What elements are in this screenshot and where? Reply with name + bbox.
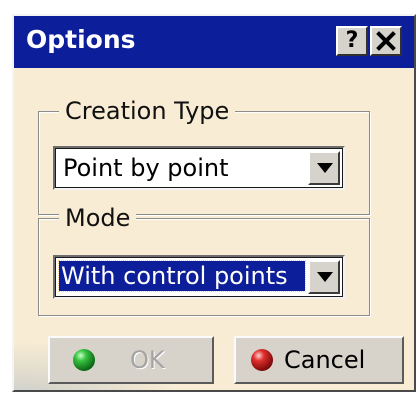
cancel-button[interactable]: Cancel — [234, 336, 404, 384]
red-ball-icon — [251, 349, 273, 371]
title-bar[interactable]: Options ? — [14, 16, 414, 68]
close-icon — [376, 31, 396, 51]
dialog-title: Options — [26, 25, 136, 54]
ok-label: OK — [130, 346, 165, 374]
help-button[interactable]: ? — [336, 26, 368, 56]
chevron-down-icon — [317, 272, 333, 282]
options-dialog: Options ? Creation Type Point by point M… — [12, 14, 416, 392]
mode-select[interactable]: With control points — [53, 255, 345, 299]
creation-type-group: Creation Type Point by point — [38, 96, 370, 215]
mode-value: With control points — [58, 260, 306, 292]
mode-dropdown-button[interactable] — [308, 260, 340, 294]
ok-button[interactable]: OK — [48, 336, 214, 384]
creation-type-select[interactable]: Point by point — [53, 146, 345, 190]
creation-type-dropdown-button[interactable] — [308, 151, 340, 185]
mode-group: Mode With control points — [38, 203, 370, 316]
creation-type-value: Point by point — [63, 154, 229, 182]
mode-legend: Mode — [59, 203, 137, 233]
chevron-down-icon — [317, 163, 333, 173]
cancel-label: Cancel — [284, 346, 366, 374]
creation-type-legend: Creation Type — [59, 96, 236, 126]
close-button[interactable] — [370, 26, 402, 56]
green-ball-icon — [73, 349, 95, 371]
